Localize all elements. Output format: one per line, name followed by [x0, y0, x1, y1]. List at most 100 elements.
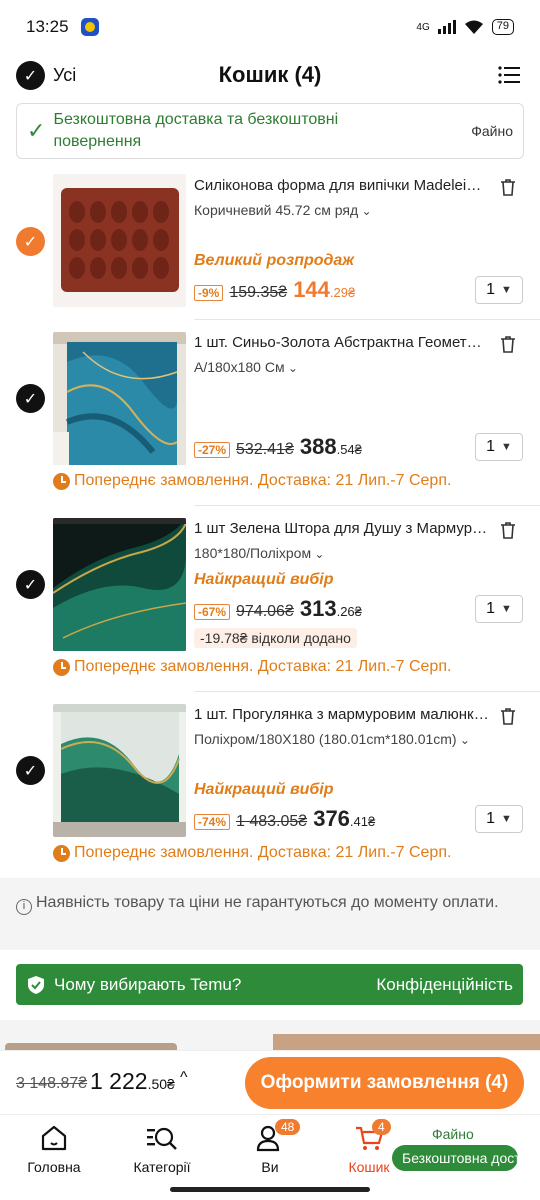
- page-title: Кошик (4): [218, 62, 322, 87]
- checkout-bar: 3 148.87₴ 1 222.50₴ ^ Оформити замовленн…: [0, 1050, 540, 1114]
- chevron-down-icon: ▼: [501, 441, 512, 453]
- item-title[interactable]: Силіконова форма для випічки Madeleine 1…: [194, 177, 489, 194]
- check-icon: ✓: [27, 118, 46, 143]
- current-price: 313.26₴: [300, 596, 362, 622]
- home-icon: [41, 1125, 67, 1151]
- availability-notice: i Наявність товару та ціни не гарантуютьс…: [0, 878, 540, 950]
- cart-item: ✓ 1 шт. Прогулянка з мармуровим малюнком…: [0, 703, 540, 873]
- quantity-select[interactable]: 1 ▼: [475, 805, 523, 833]
- quantity-select[interactable]: 1 ▼: [475, 433, 523, 461]
- item-checkbox[interactable]: ✓: [16, 570, 45, 599]
- total-main: 1 222: [90, 1068, 148, 1094]
- price-row: -9% 159.35₴ 144.29₴: [194, 277, 355, 303]
- item-variant[interactable]: Коричневий 45.72 см ряд: [194, 202, 372, 218]
- wifi-icon: [464, 20, 483, 34]
- trash-icon[interactable]: [498, 706, 518, 726]
- tab-profile[interactable]: Ви 48: [225, 1119, 315, 1175]
- discount-badge: -74%: [194, 814, 231, 830]
- info-icon: i: [16, 899, 32, 915]
- product-image[interactable]: [53, 518, 186, 651]
- price-cents: .26₴: [336, 604, 362, 619]
- quantity-value: 1: [486, 438, 495, 455]
- price-main: 388: [299, 434, 337, 459]
- menu-list-icon[interactable]: [498, 66, 520, 84]
- item-checkbox[interactable]: ✓: [16, 227, 45, 256]
- trash-icon[interactable]: [498, 177, 518, 197]
- total-cents: .50₴: [147, 1076, 175, 1092]
- current-price: 376.41₴: [313, 806, 375, 832]
- notice-text: Наявність товару та ціни не гарантуються…: [36, 894, 499, 911]
- order-total[interactable]: 1 222.50₴: [90, 1068, 175, 1095]
- product-image[interactable]: [53, 704, 186, 837]
- chevron-up-icon[interactable]: ^: [180, 1069, 188, 1087]
- tab-profile-label: Ви: [261, 1159, 279, 1175]
- price-main: 144: [293, 277, 330, 302]
- status-time: 13:25: [26, 17, 69, 36]
- network-type: 4G: [416, 21, 430, 33]
- quantity-select[interactable]: 1 ▼: [475, 276, 523, 304]
- why-temu-label: Чому вибирають Temu?: [54, 974, 242, 994]
- shipping-brand: Файно: [471, 123, 513, 139]
- price-cents: .54₴: [336, 442, 362, 457]
- divider: [194, 319, 540, 320]
- item-title[interactable]: 1 шт. Прогулянка з мармуровим малюнком: [194, 706, 489, 723]
- trash-icon[interactable]: [498, 334, 518, 354]
- price-row: -27% 532.41₴ 388.54₴: [194, 434, 362, 460]
- quantity-value: 1: [486, 600, 495, 617]
- item-checkbox[interactable]: ✓: [16, 384, 45, 413]
- promo-tab-pill[interactable]: Безкоштовна доставка: [392, 1145, 518, 1171]
- app-notification-icon: [80, 18, 99, 36]
- preorder-text: Попереднє замовлення. Доставка: 21 Лип.-…: [74, 472, 452, 489]
- why-temu-banner[interactable]: Чому вибирають Temu? Конфіденційність: [16, 964, 523, 1005]
- price-main: 313: [299, 596, 337, 621]
- trash-icon[interactable]: [498, 520, 518, 540]
- tab-home[interactable]: Головна: [9, 1123, 99, 1175]
- promo-label: Найкращий вибір: [194, 781, 334, 798]
- quantity-value: 1: [486, 810, 495, 827]
- tab-cart-label: Кошик: [348, 1159, 390, 1175]
- product-image[interactable]: [53, 174, 186, 307]
- checkout-button[interactable]: Оформити замовлення (4): [245, 1057, 524, 1109]
- chevron-down-icon: ▼: [501, 603, 512, 615]
- profile-badge: 48: [275, 1119, 301, 1135]
- clock-icon: [53, 658, 70, 676]
- cart-item: ✓ Силіконова форма для випічки Madeleine…: [0, 174, 540, 320]
- price-main: 376: [313, 806, 350, 831]
- item-variant[interactable]: 180*180/Поліхром: [194, 545, 324, 561]
- divider: [194, 691, 540, 692]
- price-cents: .41₴: [349, 814, 376, 829]
- promo-tab-brand[interactable]: Файно: [432, 1126, 474, 1142]
- status-indicators: 4G 79: [416, 19, 514, 35]
- recommendation-image[interactable]: [273, 1034, 540, 1051]
- chevron-down-icon: ▼: [501, 813, 512, 825]
- chevron-down-icon: ▼: [501, 284, 512, 296]
- home-indicator: [170, 1187, 370, 1192]
- tab-categories[interactable]: Категорії: [117, 1123, 207, 1175]
- cart-item: ✓ 1 шт Зелена Штора для Душу з Мармурови…: [0, 517, 540, 692]
- promo-label: Найкращий вибір: [194, 571, 334, 588]
- quantity-select[interactable]: 1 ▼: [475, 595, 523, 623]
- privacy-link[interactable]: Конфіденційність: [376, 975, 513, 995]
- cart-item: ✓ 1 шт. Синьо-Золота Абстрактна Геометри…: [0, 331, 540, 506]
- old-price: 1 483.05₴: [236, 813, 308, 830]
- price-cents: .29₴: [329, 285, 356, 300]
- free-shipping-banner[interactable]: ✓ Безкоштовна доставка та безкоштовні по…: [16, 103, 524, 159]
- preorder-notice: Попереднє замовлення. Доставка: 21 Лип.-…: [53, 844, 451, 862]
- item-checkbox[interactable]: ✓: [16, 756, 45, 785]
- price-row: -67% 974.06₴ 313.26₴: [194, 596, 362, 622]
- divider: [194, 505, 540, 506]
- status-bar: 13:25 4G 79: [0, 0, 540, 54]
- tab-home-label: Головна: [27, 1159, 81, 1175]
- item-title[interactable]: 1 шт Зелена Штора для Душу з Мармуровим …: [194, 520, 489, 537]
- categories-icon: [147, 1127, 177, 1150]
- preorder-notice: Попереднє замовлення. Доставка: 21 Лип.-…: [53, 472, 451, 490]
- preorder-notice: Попереднє замовлення. Доставка: 21 Лип.-…: [53, 658, 451, 676]
- tab-categories-label: Категорії: [133, 1159, 191, 1175]
- item-variant[interactable]: A/180x180 См: [194, 359, 298, 375]
- discount-badge: -9%: [194, 285, 224, 301]
- item-variant[interactable]: Поліхром/180X180 (180.01cm*180.01cm): [194, 731, 470, 747]
- old-price: 532.41₴: [236, 441, 294, 458]
- product-image[interactable]: [53, 332, 186, 465]
- item-title[interactable]: 1 шт. Синьо-Золота Абстрактна Геометричн…: [194, 334, 489, 351]
- discount-badge: -27%: [194, 442, 231, 458]
